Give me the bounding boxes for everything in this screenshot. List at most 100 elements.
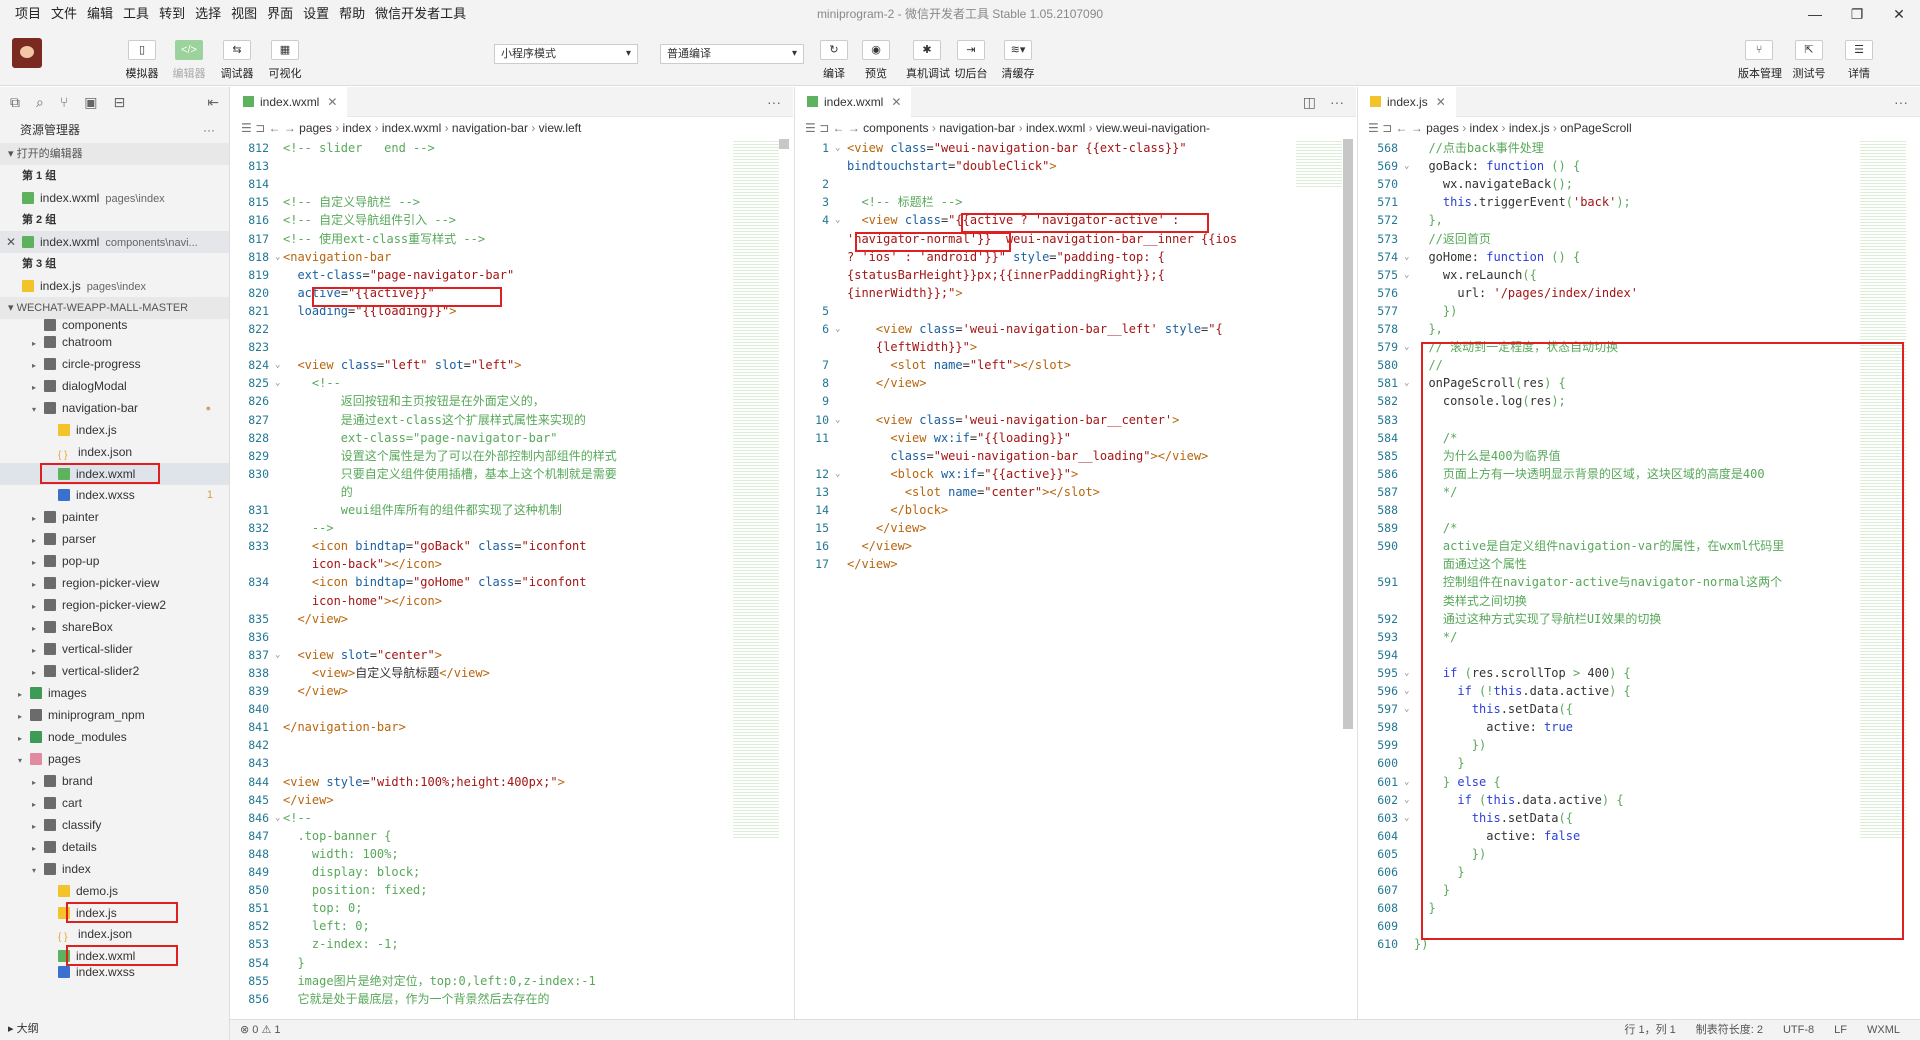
toolbar-button-right-1[interactable]: ⇱ 测试号	[1788, 40, 1830, 81]
breadcrumb-item[interactable]: index.wxml	[382, 121, 441, 135]
maximize-button[interactable]: ❐	[1836, 0, 1878, 28]
close-tab-icon[interactable]: ✕	[1436, 95, 1446, 109]
menu-item[interactable]: 设置	[298, 0, 334, 28]
debug-icon[interactable]: ⊟	[113, 94, 125, 111]
tree-item[interactable]: index.wxss 1	[0, 484, 229, 506]
status-item[interactable]: 制表符长度: 2	[1696, 1020, 1763, 1040]
fold-icon[interactable]: ⌄	[835, 211, 840, 229]
toolbar-button-left-3[interactable]: ▦ 可视化	[264, 40, 306, 81]
code-area[interactable]: 1 ⌄ <view class="weui-navigation-bar {{ext…	[795, 139, 1356, 1019]
explorer-more-icon[interactable]: ···	[203, 117, 215, 143]
minimize-button[interactable]: —	[1794, 0, 1836, 28]
tree-item[interactable]: ▸ miniprogram_npm	[0, 704, 229, 726]
project-header[interactable]: ▾ WECHAT-WEAPP-MALL-MASTER	[0, 297, 229, 319]
toolbar-button-right-0[interactable]: ⑂ 版本管理	[1738, 40, 1782, 81]
menu-item[interactable]: 编辑	[82, 0, 118, 28]
tree-item[interactable]: ▸ cart	[0, 792, 229, 814]
menu-item[interactable]: 选择	[190, 0, 226, 28]
breadcrumb-item[interactable]: index	[343, 121, 372, 135]
menu-item[interactable]: 帮助	[334, 0, 370, 28]
breadcrumb-item[interactable]: index.js	[1509, 121, 1550, 135]
toolbar-button-center-2[interactable]: ✱ 真机调试	[906, 40, 950, 81]
tree-item[interactable]: ▸ dialogModal	[0, 375, 229, 397]
tree-item[interactable]: ▸ classify	[0, 814, 229, 836]
open-editors-header[interactable]: ▾ 打开的编辑器	[0, 143, 229, 165]
fold-icon[interactable]: ⌄	[1404, 664, 1409, 682]
tree-item[interactable]: ▾ pages	[0, 748, 229, 770]
compile-select[interactable]: 普通编译	[660, 44, 804, 64]
more-actions-icon[interactable]: ···	[767, 87, 781, 117]
fold-icon[interactable]: ⌄	[275, 356, 280, 374]
fold-icon[interactable]: ⌄	[275, 809, 280, 827]
fold-icon[interactable]: ⌄	[1404, 374, 1409, 392]
sidebar-toggle-icon[interactable]: ⇤	[207, 94, 219, 111]
fold-icon[interactable]: ⌄	[835, 411, 840, 429]
vertical-scrollbar[interactable]	[1343, 139, 1353, 729]
tree-item[interactable]: ▸ parser	[0, 528, 229, 550]
menu-item[interactable]: 工具	[118, 0, 154, 28]
fold-icon[interactable]: ⌄	[1404, 248, 1409, 266]
breadcrumb-item[interactable]: onPageScroll	[1560, 121, 1631, 135]
fold-icon[interactable]: ⌄	[275, 646, 280, 664]
fold-icon[interactable]: ⌄	[835, 139, 840, 157]
breadcrumb-item[interactable]: index	[1470, 121, 1499, 135]
code-area[interactable]: 568 //点击back事件处理 569 ⌄ goBack: function ()…	[1358, 139, 1920, 1019]
tree-item[interactable]: ▸ vertical-slider2	[0, 660, 229, 682]
tree-item[interactable]: index.js	[0, 419, 229, 441]
tree-item[interactable]: ▸ pop-up	[0, 550, 229, 572]
tree-item[interactable]: index.wxml	[0, 463, 229, 485]
tree-item[interactable]: ▸ brand	[0, 770, 229, 792]
editor-tab[interactable]: index.wxml ✕	[231, 87, 348, 117]
toolbar-button-left-1[interactable]: </> 编辑器	[168, 40, 210, 81]
tree-item[interactable]: index.wxml	[0, 945, 229, 967]
editor-tab[interactable]: index.wxml ✕	[795, 87, 912, 117]
fold-icon[interactable]: ⌄	[835, 320, 840, 338]
fold-icon[interactable]: ⌄	[275, 248, 280, 266]
outline-header[interactable]: ▸ 大纲	[0, 1019, 230, 1040]
minimap[interactable]	[1860, 139, 1906, 839]
breadcrumb-item[interactable]: navigation-bar	[939, 121, 1015, 135]
status-item[interactable]: 行 1，列 1	[1624, 1020, 1675, 1040]
fold-icon[interactable]: ⌄	[1404, 338, 1409, 356]
menu-item[interactable]: 界面	[262, 0, 298, 28]
close-tab-icon[interactable]: ✕	[891, 95, 901, 109]
mode-select[interactable]: 小程序模式	[494, 44, 638, 64]
toolbar-button-center-1[interactable]: ◉ 预览	[855, 40, 897, 81]
code-area[interactable]: 812 <!-- slider end --> 813 814 815 <!-- 自定义导…	[231, 139, 793, 1019]
tree-item[interactable]: ▸ shareBox	[0, 616, 229, 638]
fold-icon[interactable]: ⌄	[1404, 809, 1409, 827]
tree-item[interactable]: ▸ details	[0, 836, 229, 858]
fold-icon[interactable]: ⌄	[1404, 157, 1409, 175]
tree-item[interactable]: ▸ vertical-slider	[0, 638, 229, 660]
tree-item[interactable]: ▸ images	[0, 682, 229, 704]
tree-item[interactable]: ▾ navigation-bar ●	[0, 397, 229, 419]
breadcrumb-item[interactable]: pages	[1426, 121, 1459, 135]
minimap[interactable]	[733, 139, 779, 839]
toolbar-button-left-2[interactable]: ⇆ 调试器	[216, 40, 258, 81]
tree-item[interactable]: components	[0, 319, 229, 331]
toolbar-button-center-4[interactable]: ≋▾ 清缓存	[997, 40, 1039, 81]
menu-item[interactable]: 文件	[46, 0, 82, 28]
toolbar-button-center-0[interactable]: ↻ 编译	[813, 40, 855, 81]
vertical-scrollbar[interactable]	[779, 139, 789, 149]
fold-icon[interactable]: ⌄	[1404, 700, 1409, 718]
menu-item[interactable]: 视图	[226, 0, 262, 28]
fold-icon[interactable]: ⌄	[1404, 682, 1409, 700]
status-item[interactable]: UTF-8	[1783, 1020, 1814, 1040]
tree-item[interactable]: ▸ circle-progress	[0, 353, 229, 375]
status-item[interactable]: LF	[1834, 1020, 1847, 1040]
breadcrumb-item[interactable]: view.weui-navigation-	[1096, 121, 1210, 135]
problems-indicator[interactable]: ⊗ 0 ⚠ 1	[240, 1020, 280, 1040]
breadcrumb-item[interactable]: view.left	[539, 121, 582, 135]
toolbar-button-center-3[interactable]: ⇥ 切后台	[950, 40, 992, 81]
breadcrumb-item[interactable]: components	[863, 121, 928, 135]
extensions-icon[interactable]: ▣	[84, 94, 97, 111]
fold-icon[interactable]: ⌄	[835, 465, 840, 483]
breadcrumb-item[interactable]: navigation-bar	[452, 121, 528, 135]
menu-item[interactable]: 转到	[154, 0, 190, 28]
close-tab-icon[interactable]: ✕	[327, 95, 337, 109]
breadcrumb-item[interactable]: index.wxml	[1026, 121, 1085, 135]
fold-icon[interactable]: ⌄	[1404, 791, 1409, 809]
close-editor-icon[interactable]: ✕	[6, 231, 16, 253]
minimap[interactable]	[1296, 139, 1342, 189]
